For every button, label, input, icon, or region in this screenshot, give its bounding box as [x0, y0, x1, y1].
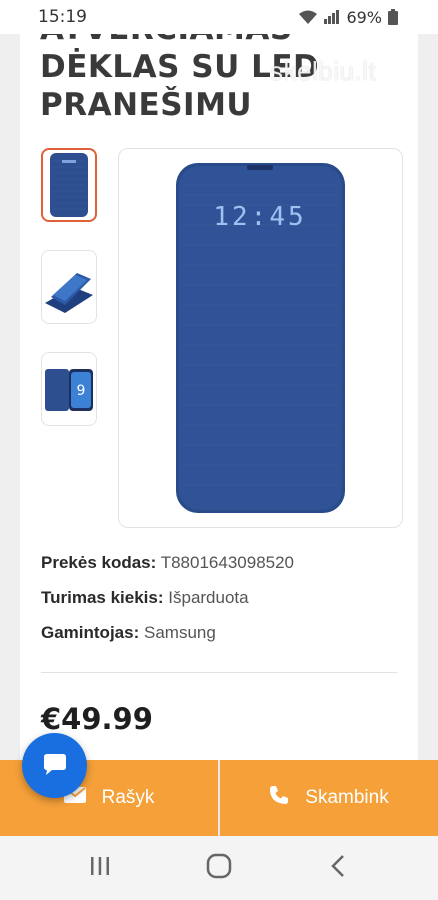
spec-manufacturer: Gamintojas: Samsung — [41, 623, 216, 643]
product-page: ATVERČIAMAS DĖKLAS SU LED PRANEŠIMU skel… — [20, 34, 418, 760]
spec-label: Gamintojas: — [41, 623, 140, 642]
signal-icon — [324, 10, 340, 24]
battery-icon — [388, 9, 398, 25]
led-clock-display: 12:45 — [213, 202, 306, 232]
chat-button[interactable] — [22, 733, 87, 798]
title-line-1: ATVERČIAMAS — [40, 34, 410, 48]
watermark: skelbiu.lt — [270, 56, 377, 86]
spec-product-code: Prekės kodas: T8801643098520 — [41, 553, 294, 573]
phone-icon — [269, 785, 289, 811]
status-icons: 69% — [298, 8, 398, 27]
thumbnail-case-open[interactable] — [41, 250, 97, 324]
recents-button[interactable] — [70, 848, 130, 888]
spec-value: Samsung — [143, 623, 216, 642]
case-front-thumb-image — [50, 153, 88, 217]
svg-text:9: 9 — [77, 383, 86, 399]
recents-icon — [89, 856, 111, 880]
write-message-label: Rašyk — [101, 787, 155, 808]
title-line-3: PRANEŠIMU — [40, 87, 253, 123]
status-time: 15:19 — [38, 7, 87, 27]
home-button[interactable] — [189, 848, 249, 888]
spec-value: Išparduota — [168, 588, 249, 607]
back-button[interactable] — [308, 848, 368, 888]
case-inside-thumb-image: 9 — [45, 369, 93, 411]
wifi-icon — [298, 9, 318, 25]
divider — [41, 672, 397, 673]
led-case-image: 12:45 — [176, 163, 345, 513]
spec-label: Turimas kiekis: — [41, 588, 164, 607]
call-label: Skambink — [305, 787, 389, 808]
system-nav-bar — [0, 836, 438, 900]
product-main-image[interactable]: 12:45 — [118, 148, 403, 528]
battery-percent: 69% — [346, 7, 382, 27]
spec-value: T8801643098520 — [160, 553, 295, 572]
product-price: €49.99 — [41, 702, 153, 736]
spec-stock: Turimas kiekis: Išparduota — [41, 588, 249, 608]
case-open-thumb-image — [45, 273, 93, 313]
thumbnail-case-front[interactable] — [41, 148, 97, 222]
thumbnail-case-inside[interactable]: 9 — [41, 352, 97, 426]
spec-label: Prekės kodas: — [41, 553, 157, 572]
home-icon — [206, 853, 232, 883]
back-icon — [330, 854, 346, 882]
chat-bubble-icon — [42, 751, 68, 781]
call-button[interactable]: Skambink — [220, 760, 438, 836]
status-bar: 15:19 69% — [0, 0, 438, 34]
